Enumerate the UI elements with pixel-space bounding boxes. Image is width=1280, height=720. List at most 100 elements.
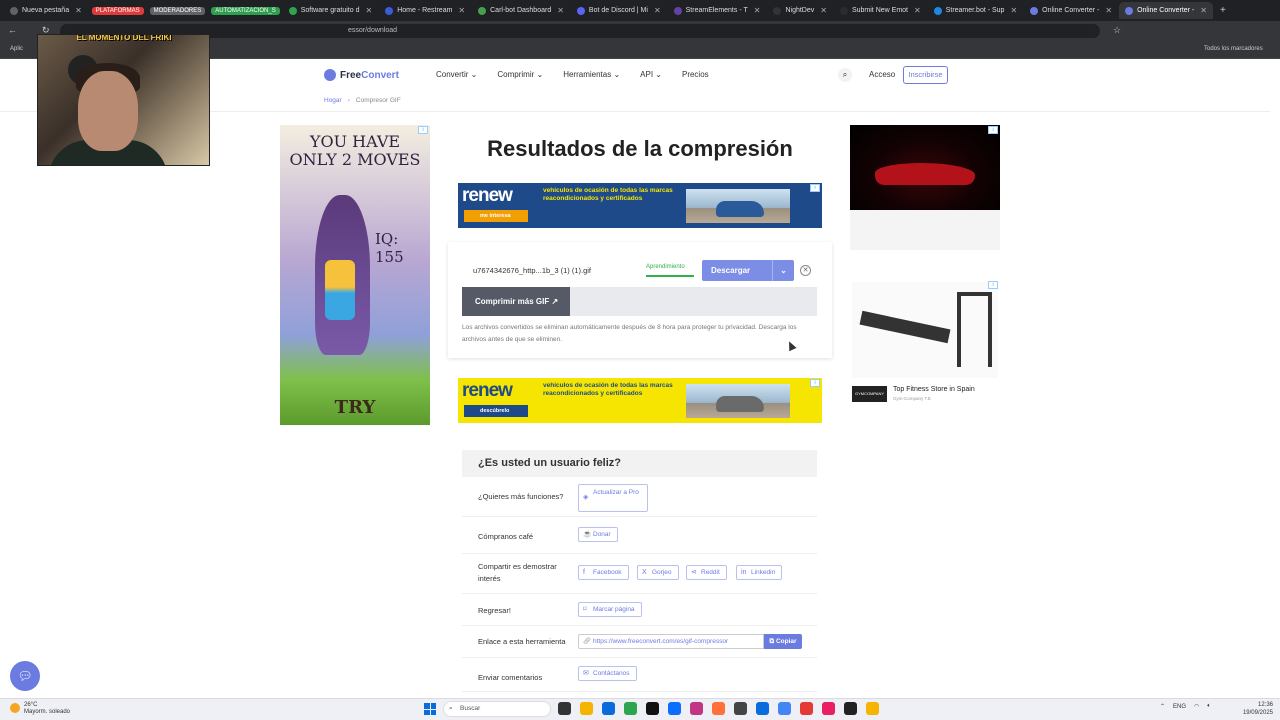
taskbar-app-icon[interactable] [734, 702, 747, 715]
bookmark-page-button[interactable]: ⌑ Marcar página [578, 602, 642, 617]
browser-tab-6[interactable]: NightDev ✕ [767, 2, 833, 19]
new-tab-icon[interactable]: + [1220, 5, 1226, 16]
share-linkedin-button[interactable]: in Linkedin [736, 565, 783, 580]
taskbar-app-icon[interactable] [690, 702, 703, 715]
tab-group-plataformas[interactable]: PLATAFORMAS [91, 6, 144, 15]
chrome-icon[interactable] [778, 702, 791, 715]
file-explorer-icon[interactable] [580, 702, 593, 715]
weather-widget[interactable]: 26°C Mayorm. soleado [10, 702, 70, 716]
language-indicator[interactable]: ENG [1173, 704, 1186, 710]
tab-close-icon[interactable]: ✕ [1200, 6, 1207, 15]
tab-close-icon[interactable]: ✕ [754, 6, 761, 15]
nav-convertir[interactable]: Convertir ⌄ [436, 70, 477, 79]
edge-icon[interactable] [602, 702, 615, 715]
ad-gym-title[interactable]: Top Fitness Store in Spain [893, 386, 975, 393]
tab-group-moderadores[interactable]: MODERADORES [149, 6, 206, 15]
bookmark-apps[interactable]: Aplic [10, 46, 23, 52]
browser-tab-7[interactable]: Submit New Emot ✕ [834, 2, 927, 19]
ad-choices-icon[interactable]: i [988, 281, 998, 289]
nav-api[interactable]: API ⌄ [640, 70, 662, 79]
breadcrumb-home[interactable]: Hogar [324, 97, 342, 104]
taskbar-app-icon[interactable] [822, 702, 835, 715]
tab-close-icon[interactable]: ✕ [458, 6, 465, 15]
ad-choices-icon[interactable]: i [810, 184, 820, 192]
ad-right-gym[interactable]: GYMCOMPANY Top Fitness Store in Spain Gy… [850, 280, 1000, 404]
browser-tab-8[interactable]: Streamer.bot - Sup ✕ [928, 2, 1023, 19]
browser-tab-5[interactable]: StreamElements - T ✕ [668, 2, 767, 19]
chevron-up-icon[interactable]: ⌃ [1160, 703, 1165, 710]
tab-close-icon[interactable]: ✕ [820, 6, 827, 15]
taskbar-app-icon[interactable] [800, 702, 813, 715]
star-icon[interactable]: ☆ [1113, 25, 1121, 36]
address-bar[interactable]: essor/download [60, 24, 1100, 38]
browser-tab-2[interactable]: Home - Restream ✕ [379, 2, 471, 19]
nav-comprimir[interactable]: Comprimir ⌄ [497, 70, 543, 79]
ad-right-car[interactable]: i [850, 125, 1000, 250]
signup-button[interactable]: Inscribirse [903, 66, 948, 84]
share-x-button[interactable]: X Gorjeo [637, 565, 679, 580]
contact-button[interactable]: ✉ Contáctanos [578, 666, 637, 681]
banner-cta[interactable]: me interesa [464, 210, 528, 222]
terminal-icon[interactable] [844, 702, 857, 715]
tab-group-automatizacion[interactable]: AUTOMATIZACION_S [211, 6, 280, 15]
browser-tab-10[interactable]: Online Converter - ✕ [1119, 2, 1213, 19]
volume-icon[interactable]: 🔈︎ [1207, 703, 1211, 710]
tab-close-icon[interactable]: ✕ [557, 6, 564, 15]
row-label: ¿Quieres más funciones? [478, 492, 564, 501]
ad-choices-icon[interactable]: i [418, 126, 428, 134]
chevron-down-icon[interactable]: ⌄ [772, 260, 794, 281]
tab-close-icon[interactable]: ✕ [75, 6, 82, 15]
wifi-icon[interactable]: ◠ [1194, 703, 1199, 710]
copy-link-button[interactable]: ⧉ Copiar [764, 634, 802, 649]
share-reddit-button[interactable]: ⋖ Reddit [686, 565, 727, 580]
chrome-icon[interactable] [624, 702, 637, 715]
ad-choices-icon[interactable]: i [810, 379, 820, 387]
all-bookmarks[interactable]: Todos los marcadores [1204, 46, 1263, 52]
taskbar-app-icon[interactable] [756, 702, 769, 715]
freeconvert-logo[interactable]: Free Convert [324, 69, 399, 81]
tiktok-icon[interactable] [646, 702, 659, 715]
nav-precios[interactable]: Precios [682, 70, 709, 79]
compress-more-button[interactable]: Comprimir más GIF ↗ [462, 287, 570, 316]
tab-close-icon[interactable]: ✕ [914, 6, 921, 15]
browser-tab-4[interactable]: Bot de Discord | Mi ✕ [571, 2, 667, 19]
tab-close-icon[interactable]: ✕ [654, 6, 661, 15]
ad-headline-line2: ONLY 2 MOVES [289, 150, 421, 169]
ad-banner-renew-top[interactable]: renew vehículos de ocasión de todas las … [458, 183, 822, 228]
nav-herramientas[interactable]: Herramientas ⌄ [563, 70, 620, 79]
taskbar-app-icon[interactable] [866, 702, 879, 715]
row-more-features: ¿Quieres más funciones? ◈ Actualizar a Pr… [462, 477, 817, 517]
browser-tab-9[interactable]: Online Converter - ✕ [1024, 2, 1118, 19]
taskbar-search[interactable]: ⌕ Buscar [443, 701, 551, 717]
windows-start-icon[interactable] [424, 703, 436, 715]
donate-button[interactable]: ☕ Donar [578, 527, 618, 542]
tab-close-icon[interactable]: ✕ [365, 6, 372, 15]
ad-iq-text: IQ: 155 [375, 230, 404, 266]
close-icon[interactable]: ✕ [800, 265, 811, 276]
upgrade-pro-button[interactable]: ◈ Actualizar a Pro [578, 484, 648, 512]
search-icon[interactable]: ⌕ [838, 68, 852, 82]
share-facebook-button[interactable]: f Facebook [578, 565, 629, 580]
tab-close-icon[interactable]: ✕ [1105, 6, 1112, 15]
ad-left-game[interactable]: YOU HAVE ONLY 2 MOVES IQ: 155 TRY i [280, 125, 430, 425]
ad-choices-icon[interactable]: i [988, 126, 998, 134]
clock-time: 12:36 [1257, 702, 1273, 708]
browser-tab-0[interactable]: Nueva pestaña ✕ [4, 2, 88, 19]
login-link[interactable]: Acceso [869, 70, 895, 79]
taskbar-app-icon[interactable] [668, 702, 681, 715]
tool-link-field[interactable]: 🔗︎ https://www.freeconvert.com/es/gif-com… [578, 634, 764, 649]
tab-close-icon[interactable]: ✕ [1010, 6, 1017, 15]
taskbar-clock[interactable]: 12:36 19/09/2025 [1235, 701, 1273, 717]
ad-banner-renew-bottom[interactable]: renew vehículos de ocasión de todas las … [458, 378, 822, 423]
tab-label: Online Converter - [1137, 7, 1195, 14]
row-back: Regresar! ⌑ Marcar página [462, 594, 817, 626]
browser-tab-1[interactable]: Software gratuito d ✕ [283, 2, 378, 19]
download-button[interactable]: Descargar ⌄ [702, 260, 794, 281]
firefox-icon[interactable] [712, 702, 725, 715]
back-icon[interactable]: ← [8, 25, 17, 35]
chat-icon[interactable]: 💬︎ [10, 661, 40, 691]
taskbar-app-icon[interactable] [558, 702, 571, 715]
browser-tab-3[interactable]: Carl-bot Dashboard ✕ [472, 2, 570, 19]
row-label: Compartir es demostrar interés [478, 562, 557, 583]
banner-cta[interactable]: descúbrelo [464, 405, 528, 417]
